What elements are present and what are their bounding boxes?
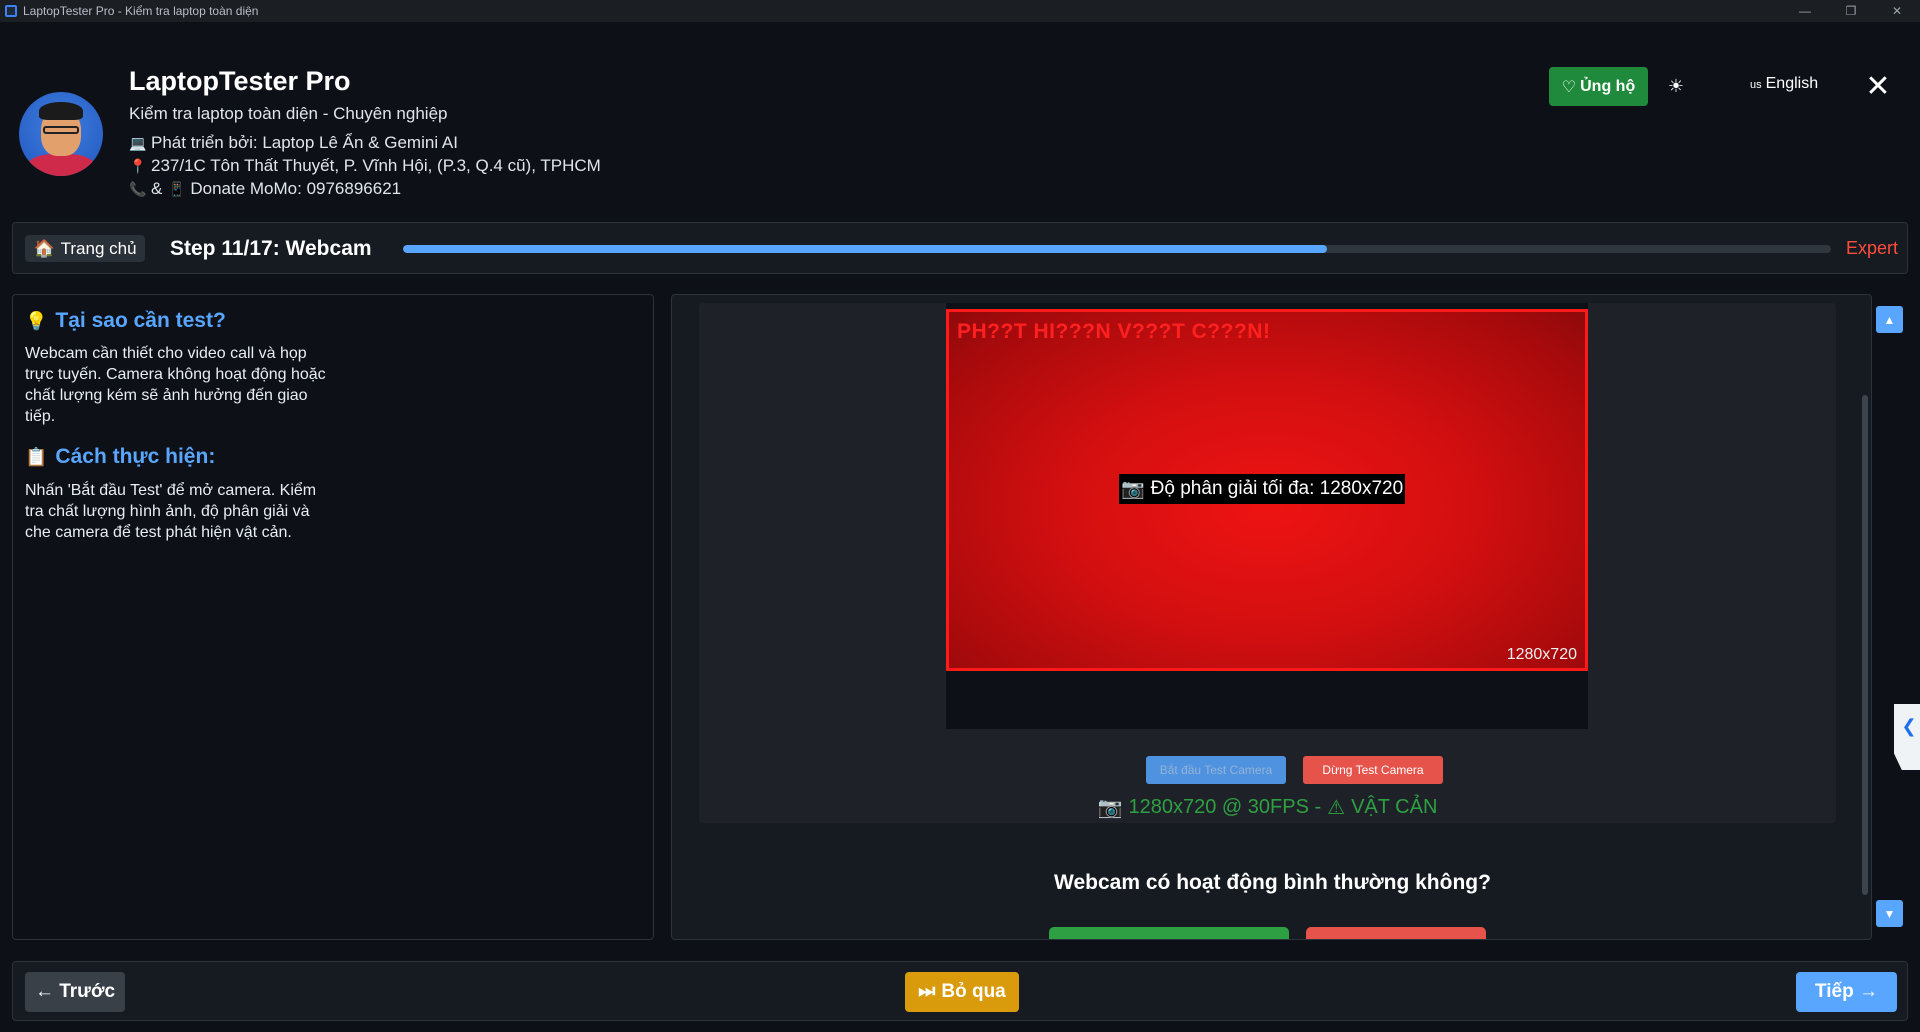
next-button[interactable]: Tiếp →: [1796, 972, 1897, 1012]
skip-label: Bỏ qua: [941, 981, 1006, 1002]
support-button[interactable]: ♡ Ủng hộ: [1549, 67, 1648, 106]
donate-text: Donate MoMo: 0976896621: [190, 179, 402, 198]
heart-icon: ♡: [1561, 78, 1577, 96]
phone-icon: 📞: [129, 180, 147, 197]
step-title: Step 11/17: Webcam: [170, 237, 372, 260]
minimize-button[interactable]: —: [1782, 0, 1828, 22]
why-text: Webcam cần thiết cho video call và họp t…: [25, 345, 326, 425]
camera-preview: PH??T HI???N V???T C???N! 📷 Độ phân giải…: [946, 309, 1588, 671]
donate-line: 📞 & 📱 Donate MoMo: 0976896621: [129, 179, 401, 199]
language-label: English: [1765, 75, 1819, 92]
maximize-button[interactable]: ❐: [1828, 0, 1874, 22]
camera-status: 📷 1280x720 @ 30FPS - ⚠ VẬT CẢN: [699, 795, 1836, 820]
app-name: LaptopTester Pro: [129, 66, 351, 96]
skip-icon: ⏭: [918, 981, 936, 1002]
side-collapse-tab[interactable]: ❮: [1894, 704, 1920, 770]
home-icon: 🏠: [33, 238, 55, 258]
obstruction-status-text: VẬT CẢN: [1351, 796, 1438, 818]
camera-card: PH??T HI???N V???T C???N! 📷 Độ phân giải…: [699, 303, 1836, 823]
window-close-button[interactable]: ✕: [1874, 0, 1920, 22]
how-heading: 📋 Cách thực hiện:: [25, 445, 215, 469]
start-camera-test-button[interactable]: Bắt đầu Test Camera: [1146, 756, 1286, 784]
why-title: Tại sao cần test?: [55, 309, 226, 332]
window-controls: — ❐ ✕: [1782, 0, 1920, 22]
previous-button[interactable]: ← Trước: [25, 972, 125, 1012]
app-subtitle: Kiểm tra laptop toàn diện - Chuyên nghiệ…: [129, 104, 448, 123]
theme-toggle-sun-icon[interactable]: ☀: [1664, 74, 1688, 98]
language-selector[interactable]: us English: [1750, 75, 1818, 93]
how-title: Cách thực hiện:: [55, 445, 216, 468]
scroll-down-button[interactable]: ▼: [1876, 900, 1903, 927]
lightbulb-icon: 💡: [25, 310, 48, 331]
step-progress-fill: [403, 245, 1327, 253]
laptop-icon: 💻: [129, 134, 147, 151]
scroll-up-button[interactable]: ▲: [1876, 306, 1903, 333]
address-text: 237/1C Tôn Thất Thuyết, P. Vĩnh Hội, (P.…: [151, 156, 601, 175]
how-text: Nhấn 'Bắt đầu Test' để mở camera. Kiểm t…: [25, 482, 317, 541]
os-title-bar: LaptopTester Pro - Kiểm tra laptop toàn …: [0, 0, 1920, 22]
info-panel: 💡 Tại sao cần test? Webcam cần thiết cho…: [12, 294, 654, 940]
app-window-icon: [5, 5, 17, 17]
max-resolution-text: Độ phân giải tối đa: 1280x720: [1150, 478, 1404, 499]
warning-icon: ⚠: [1327, 797, 1346, 819]
resolution-corner-label: 1280x720: [1506, 646, 1577, 663]
support-label: Ủng hộ: [1580, 77, 1636, 95]
answer-no-button[interactable]: [1306, 927, 1486, 939]
answer-yes-button[interactable]: [1049, 927, 1289, 939]
max-resolution-label: 📷 Độ phân giải tối đa: 1280x720: [1119, 474, 1406, 504]
home-button[interactable]: 🏠 Trang chủ: [25, 235, 145, 262]
webcam-question: Webcam có hoạt động bình thường không?: [1054, 871, 1491, 894]
phone-separator: &: [151, 179, 163, 198]
level-badge: Expert: [1846, 238, 1899, 258]
mobile-icon: 📱: [168, 180, 186, 197]
us-flag-icon: us: [1750, 79, 1762, 91]
camera-icon: 📷: [1121, 479, 1145, 500]
stop-camera-test-button[interactable]: Dừng Test Camera: [1303, 756, 1443, 784]
scrollbar-thumb[interactable]: [1862, 395, 1868, 895]
pin-icon: 📍: [129, 157, 147, 174]
close-app-button[interactable]: ✕: [1862, 68, 1894, 104]
test-panel: PH??T HI???N V???T C???N! 📷 Độ phân giải…: [671, 294, 1872, 940]
panel-scrollbar[interactable]: [1862, 327, 1870, 897]
camera-preview-area: PH??T HI???N V???T C???N! 📷 Độ phân giải…: [946, 303, 1588, 729]
obstruction-warning-overlay: PH??T HI???N V???T C???N!: [957, 320, 1271, 343]
why-heading: 💡 Tại sao cần test?: [25, 309, 226, 333]
home-label: Trang chủ: [60, 238, 137, 258]
nav-footer: ← Trước ⏭ Bỏ qua Tiếp →: [12, 961, 1908, 1021]
step-progress-bar: [403, 245, 1831, 253]
app-header: LaptopTester Pro Kiểm tra laptop toàn di…: [0, 22, 1920, 218]
camera-status-text: 1280x720 @ 30FPS -: [1128, 796, 1322, 818]
clipboard-icon: 📋: [25, 446, 48, 467]
camera-status-icon: 📷: [1097, 797, 1123, 819]
step-bar: 🏠 Trang chủ Step 11/17: Webcam Expert: [12, 222, 1908, 274]
skip-button[interactable]: ⏭ Bỏ qua: [905, 972, 1019, 1012]
developer-line: 💻 Phát triển bởi: Laptop Lê Ẩn & Gemini …: [129, 133, 458, 153]
window-title: LaptopTester Pro - Kiểm tra laptop toàn …: [23, 4, 259, 18]
address-line: 📍 237/1C Tôn Thất Thuyết, P. Vĩnh Hội, (…: [129, 156, 601, 176]
developer-avatar: [19, 92, 103, 176]
developer-text: Phát triển bởi: Laptop Lê Ẩn & Gemini AI: [151, 133, 458, 152]
